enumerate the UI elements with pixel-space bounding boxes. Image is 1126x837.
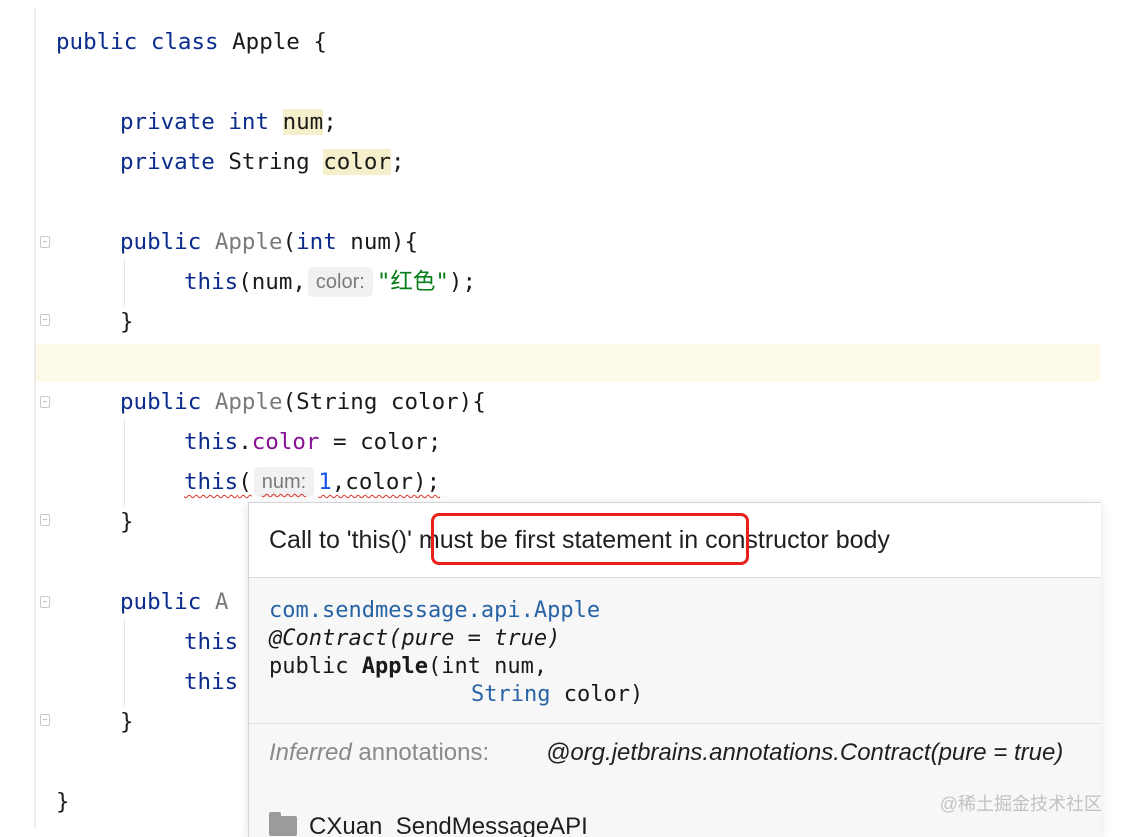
keyword: private <box>120 109 215 135</box>
watermark: @稀土掘金技术社区 <box>939 794 1102 814</box>
field-name: color <box>323 149 391 175</box>
parameter-hint: num: <box>253 467 315 497</box>
doc-text: (int num, <box>427 654 548 679</box>
field-name: color <box>251 429 320 455</box>
string-literal: "红色" <box>376 269 449 295</box>
doc-signature: public Apple(int num, <box>269 653 547 681</box>
keyword: this <box>184 629 239 655</box>
folder-icon <box>269 812 297 836</box>
code-line[interactable]: this <box>184 622 238 662</box>
parameter-hint: color: <box>307 267 373 297</box>
indent-guide <box>124 260 125 306</box>
code-line[interactable]: } <box>56 782 70 822</box>
code-line[interactable]: public Apple(String color){ <box>120 382 486 422</box>
code-line[interactable]: } <box>120 502 134 542</box>
module-name: CXuan_SendMessageAPI <box>309 813 588 837</box>
editor-gutter <box>0 0 50 836</box>
fold-marker-icon[interactable] <box>40 596 50 608</box>
code-text: (String color){ <box>282 389 486 415</box>
keyword: private <box>120 149 215 175</box>
code-line[interactable]: private String color; <box>120 142 404 182</box>
doc-annotation: @Contract(pure = true) <box>269 626 561 651</box>
code-line[interactable]: } <box>120 302 134 342</box>
code-text: } <box>120 709 134 735</box>
module-row: CXuan_SendMessageAPI <box>269 811 588 837</box>
keyword: public <box>120 229 202 255</box>
code-text: = color; <box>319 429 442 455</box>
number-literal: 1 <box>318 469 332 495</box>
code-text: ( <box>238 469 252 495</box>
code-text: ; <box>323 109 337 135</box>
code-line[interactable]: private int num; <box>120 102 337 142</box>
code-line[interactable]: this(num, color: "红色"); <box>184 262 476 302</box>
inferred-text: annotations: <box>351 739 490 766</box>
code-text: ; <box>390 149 405 175</box>
code-text: ( <box>282 229 297 255</box>
code-text: Apple { <box>218 29 327 55</box>
keyword: this <box>184 429 239 455</box>
code-text: } <box>120 509 134 535</box>
keyword: public <box>120 389 202 415</box>
current-line-highlight <box>36 344 1100 382</box>
constructor-name: Apple <box>214 229 283 255</box>
field-name: num <box>282 109 324 135</box>
gutter-divider <box>34 8 36 828</box>
code-text: ,color); <box>331 469 441 495</box>
code-text: . <box>238 429 252 455</box>
keyword: public <box>120 589 202 615</box>
keyword: int <box>296 229 337 255</box>
code-text: } <box>120 309 134 335</box>
fold-marker-icon[interactable] <box>40 236 50 248</box>
code-text: num){ <box>336 229 419 255</box>
code-text: ); <box>448 269 477 295</box>
fold-marker-icon[interactable] <box>40 714 50 726</box>
popup-divider <box>249 723 1101 724</box>
inferred-italic: Inferred <box>269 739 352 766</box>
type-name: String <box>228 149 310 175</box>
fold-marker-icon[interactable] <box>40 314 50 326</box>
fold-marker-icon[interactable] <box>40 514 50 526</box>
inferred-annotation-value: @org.jetbrains.annotations.Contract(pure… <box>546 739 1064 766</box>
code-line-error[interactable]: this(num: 1,color); <box>184 462 440 502</box>
constructor-name: A <box>214 589 229 615</box>
error-tooltip-popup[interactable]: Call to 'this()' must be first statement… <box>248 502 1101 837</box>
keyword: this <box>184 269 239 295</box>
doc-type-link[interactable]: String <box>471 682 550 707</box>
code-line[interactable]: public Apple(int num){ <box>120 222 418 262</box>
doc-class-link[interactable]: com.sendmessage.api.Apple <box>269 597 600 625</box>
indent-guide <box>124 620 125 706</box>
constructor-name: Apple <box>214 389 283 415</box>
error-keyword[interactable]: this <box>184 469 238 495</box>
code-line[interactable]: public class Apple { <box>56 22 327 62</box>
code-text: (num, <box>238 269 306 295</box>
annotation-highlight-box <box>431 513 749 565</box>
inferred-annotations-label: Inferred annotations: <box>269 737 489 769</box>
doc-method-name: Apple <box>361 654 428 679</box>
keyword: public class <box>56 29 219 55</box>
code-line[interactable]: public A <box>120 582 228 622</box>
keyword: int <box>228 109 270 135</box>
doc-signature-continued: String color) <box>471 681 643 709</box>
error-message-part: Call to 'this()' <box>269 526 412 554</box>
keyword: this <box>184 669 239 695</box>
doc-text: color) <box>550 682 644 707</box>
popup-error-header: Call to 'this()' must be first statement… <box>249 503 1101 578</box>
code-line[interactable]: this <box>184 662 238 702</box>
code-line[interactable]: this.color = color; <box>184 422 441 462</box>
fold-marker-icon[interactable] <box>40 396 50 408</box>
code-line[interactable]: } <box>120 702 134 742</box>
doc-text: public <box>269 654 362 679</box>
indent-guide <box>124 420 125 506</box>
code-text: } <box>56 789 70 815</box>
